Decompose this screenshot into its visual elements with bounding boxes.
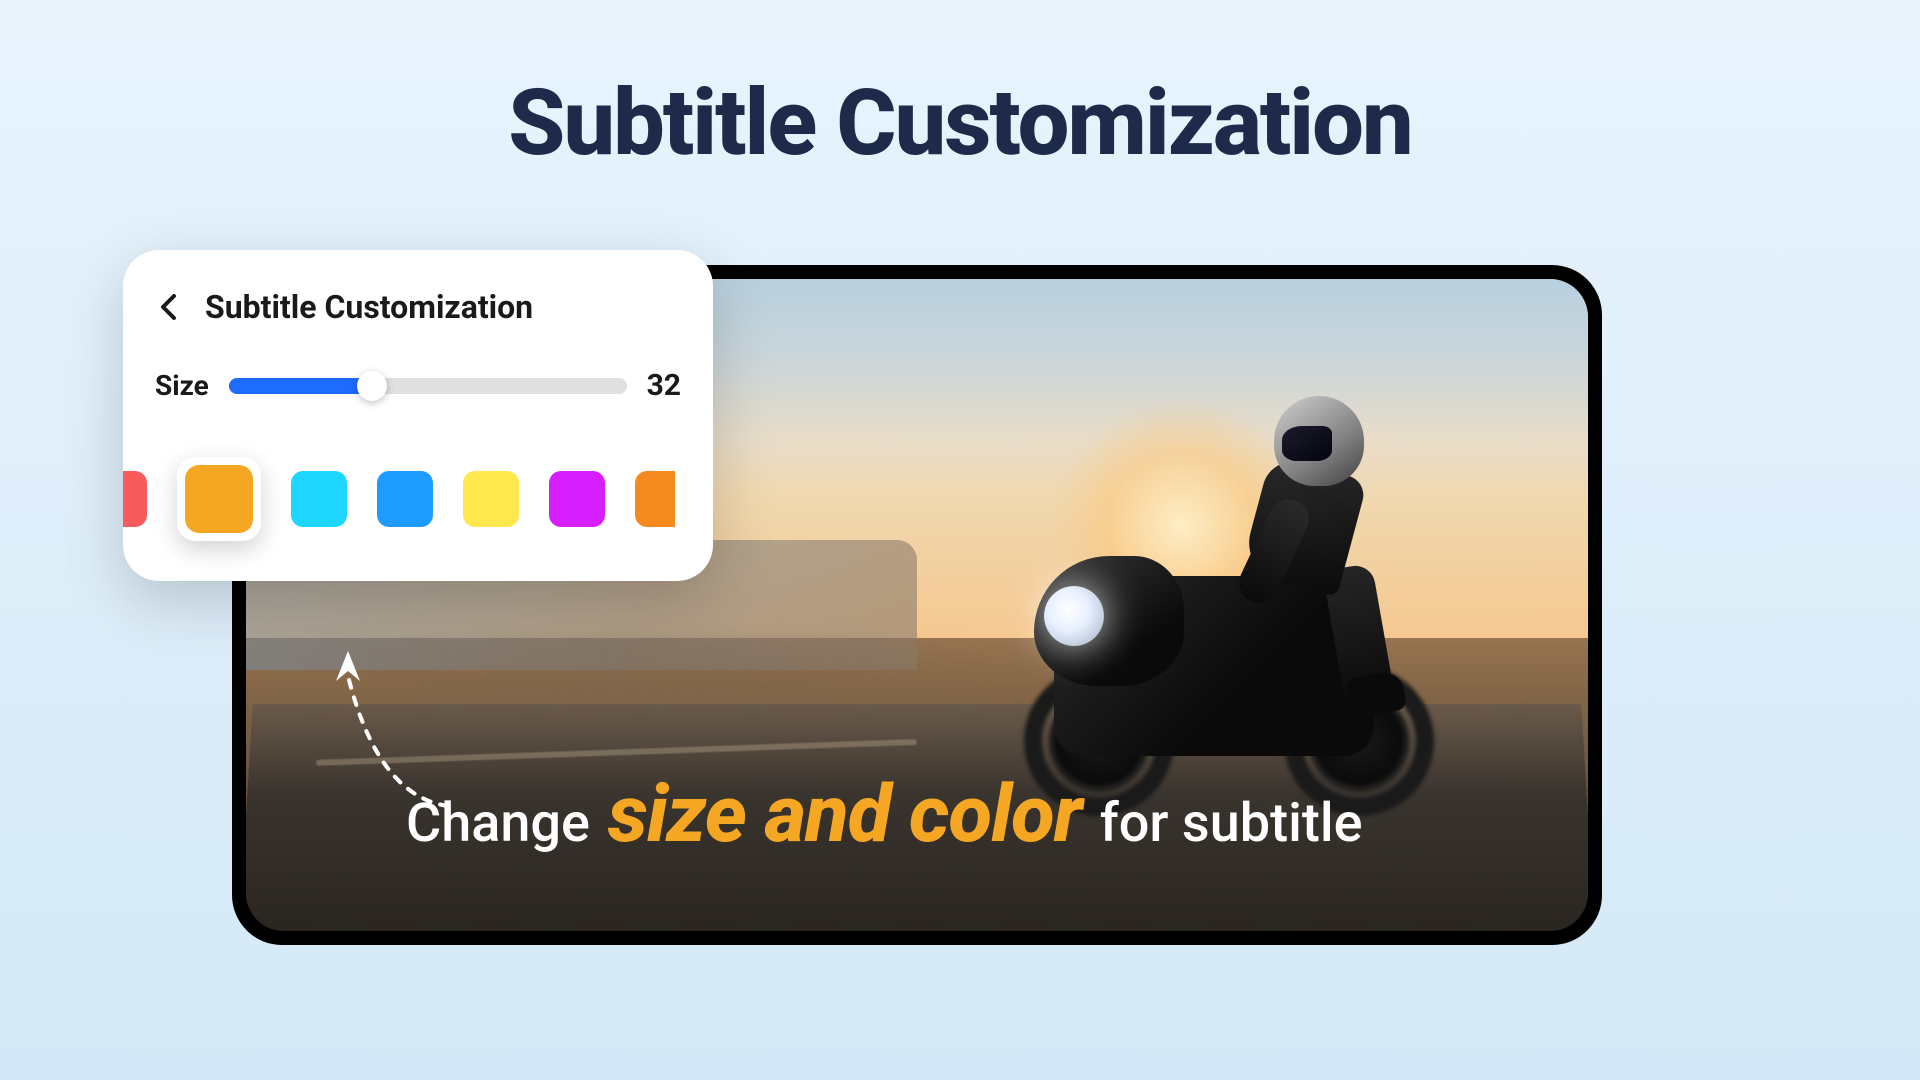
color-swatch-row <box>123 457 713 541</box>
back-button[interactable] <box>155 293 183 321</box>
color-swatch[interactable] <box>635 471 675 527</box>
size-control-row: Size 32 <box>123 368 713 403</box>
slider-fill <box>229 378 372 394</box>
color-swatch[interactable] <box>291 471 347 527</box>
size-slider[interactable] <box>229 378 627 394</box>
size-value: 32 <box>647 368 681 403</box>
caption-highlight: size and color <box>608 767 1082 861</box>
slider-thumb[interactable] <box>357 371 387 401</box>
color-swatch[interactable] <box>549 471 605 527</box>
chevron-left-icon <box>159 293 179 321</box>
panel-header: Subtitle Customization <box>123 288 713 326</box>
color-swatch[interactable] <box>377 471 433 527</box>
color-swatch[interactable] <box>123 471 147 527</box>
caption-post: for subtitle <box>1100 792 1363 855</box>
caption-pre: Change <box>406 792 590 855</box>
caption-text: Change size and color for subtitle <box>406 767 1528 861</box>
page-title: Subtitle Customization <box>508 70 1411 177</box>
motorcycle-rider-image <box>1014 396 1454 816</box>
panel-title: Subtitle Customization <box>205 288 533 326</box>
subtitle-customization-panel: Subtitle Customization Size 32 <box>123 250 713 581</box>
color-swatch[interactable] <box>463 471 519 527</box>
color-swatch-inner <box>185 465 253 533</box>
size-label: Size <box>155 369 209 402</box>
color-swatch-selected[interactable] <box>177 457 261 541</box>
